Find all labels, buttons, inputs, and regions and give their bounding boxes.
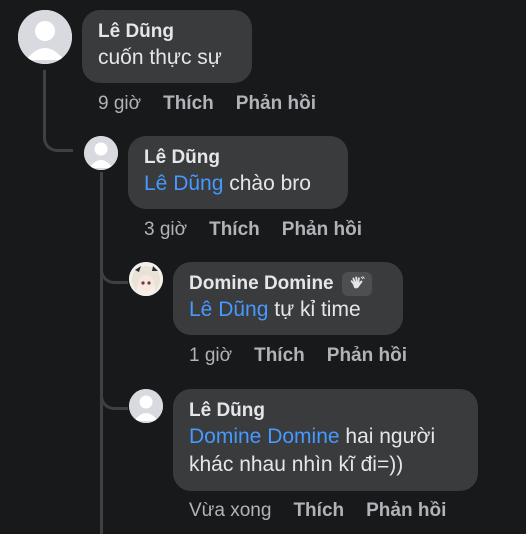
author-name[interactable]: Lê Dũng	[189, 399, 265, 423]
author-name[interactable]: Lê Dũng	[144, 146, 220, 170]
comment-actions: 9 giờ Thích Phản hồi	[98, 92, 316, 116]
comment-text-line2: khác nhau nhìn kĩ đi=))	[189, 453, 404, 476]
comment-text: Lê Dũng tự kỉ time	[189, 296, 387, 324]
comment-bubble: Lê Dũng Domine Domine hai người khác nha…	[173, 389, 478, 491]
reply-button[interactable]: Phản hồi	[327, 344, 407, 368]
comment-text: Lê Dũng chào bro	[144, 170, 332, 198]
mention-link[interactable]: Domine Domine	[189, 425, 340, 448]
reply-button[interactable]: Phản hồi	[282, 218, 362, 242]
like-button[interactable]: Thích	[293, 499, 344, 523]
comment-time[interactable]: Vừa xong	[189, 499, 271, 523]
thread-elbow-3	[100, 376, 128, 410]
comment-time[interactable]: 3 giờ	[144, 218, 187, 242]
anime-avatar[interactable]	[129, 262, 163, 296]
waving-hand-icon	[341, 272, 372, 296]
avatar[interactable]	[18, 10, 72, 64]
comment-text: Domine Domine hai người	[189, 423, 462, 451]
comment-bubble: Domine Domine Lê Dũng tự kỉ time	[173, 262, 403, 335]
comment-time[interactable]: 9 giờ	[98, 92, 141, 116]
author-name[interactable]: Domine Domine	[189, 272, 334, 296]
comment-actions: 1 giờ Thích Phản hồi	[189, 344, 407, 368]
reply-button[interactable]: Phản hồi	[366, 499, 446, 523]
like-button[interactable]: Thích	[254, 344, 305, 368]
thread-line-replies	[100, 172, 103, 534]
comment-body: hai người	[339, 425, 436, 448]
like-button[interactable]: Thích	[163, 92, 214, 116]
comment-body: tự kỉ time	[268, 298, 361, 321]
thread-elbow-2	[100, 250, 128, 284]
comment-bubble: Lê Dũng cuốn thực sự	[82, 10, 252, 83]
anime-avatar-icon	[129, 262, 163, 296]
author-name[interactable]: Lê Dũng	[98, 20, 174, 44]
avatar[interactable]	[129, 389, 163, 423]
comment-body: chào bro	[223, 172, 311, 195]
comment-thread: Lê Dũng cuốn thực sự 9 giờ Thích Phản hồ…	[0, 0, 526, 534]
default-avatar-icon	[129, 389, 163, 423]
comment-bubble: Lê Dũng Lê Dũng chào bro	[128, 136, 348, 209]
default-avatar-icon	[84, 136, 118, 170]
mention-link[interactable]: Lê Dũng	[144, 172, 223, 195]
comment-author[interactable]: Lê Dũng	[144, 146, 332, 170]
comment-text: cuốn thực sự	[98, 46, 222, 69]
like-button[interactable]: Thích	[209, 218, 260, 242]
avatar[interactable]	[84, 136, 118, 170]
comment-author[interactable]: Domine Domine	[189, 272, 387, 296]
comment-actions: Vừa xong Thích Phản hồi	[189, 499, 446, 523]
default-avatar-icon	[18, 10, 72, 64]
comment-time[interactable]: 1 giờ	[189, 344, 232, 368]
comment-author[interactable]: Lê Dũng	[98, 20, 236, 44]
mention-link[interactable]: Lê Dũng	[189, 298, 268, 321]
comment-author[interactable]: Lê Dũng	[189, 399, 462, 423]
reply-button[interactable]: Phản hồi	[236, 92, 316, 116]
comment-actions: 3 giờ Thích Phản hồi	[144, 218, 362, 242]
thread-elbow-1	[43, 118, 73, 152]
